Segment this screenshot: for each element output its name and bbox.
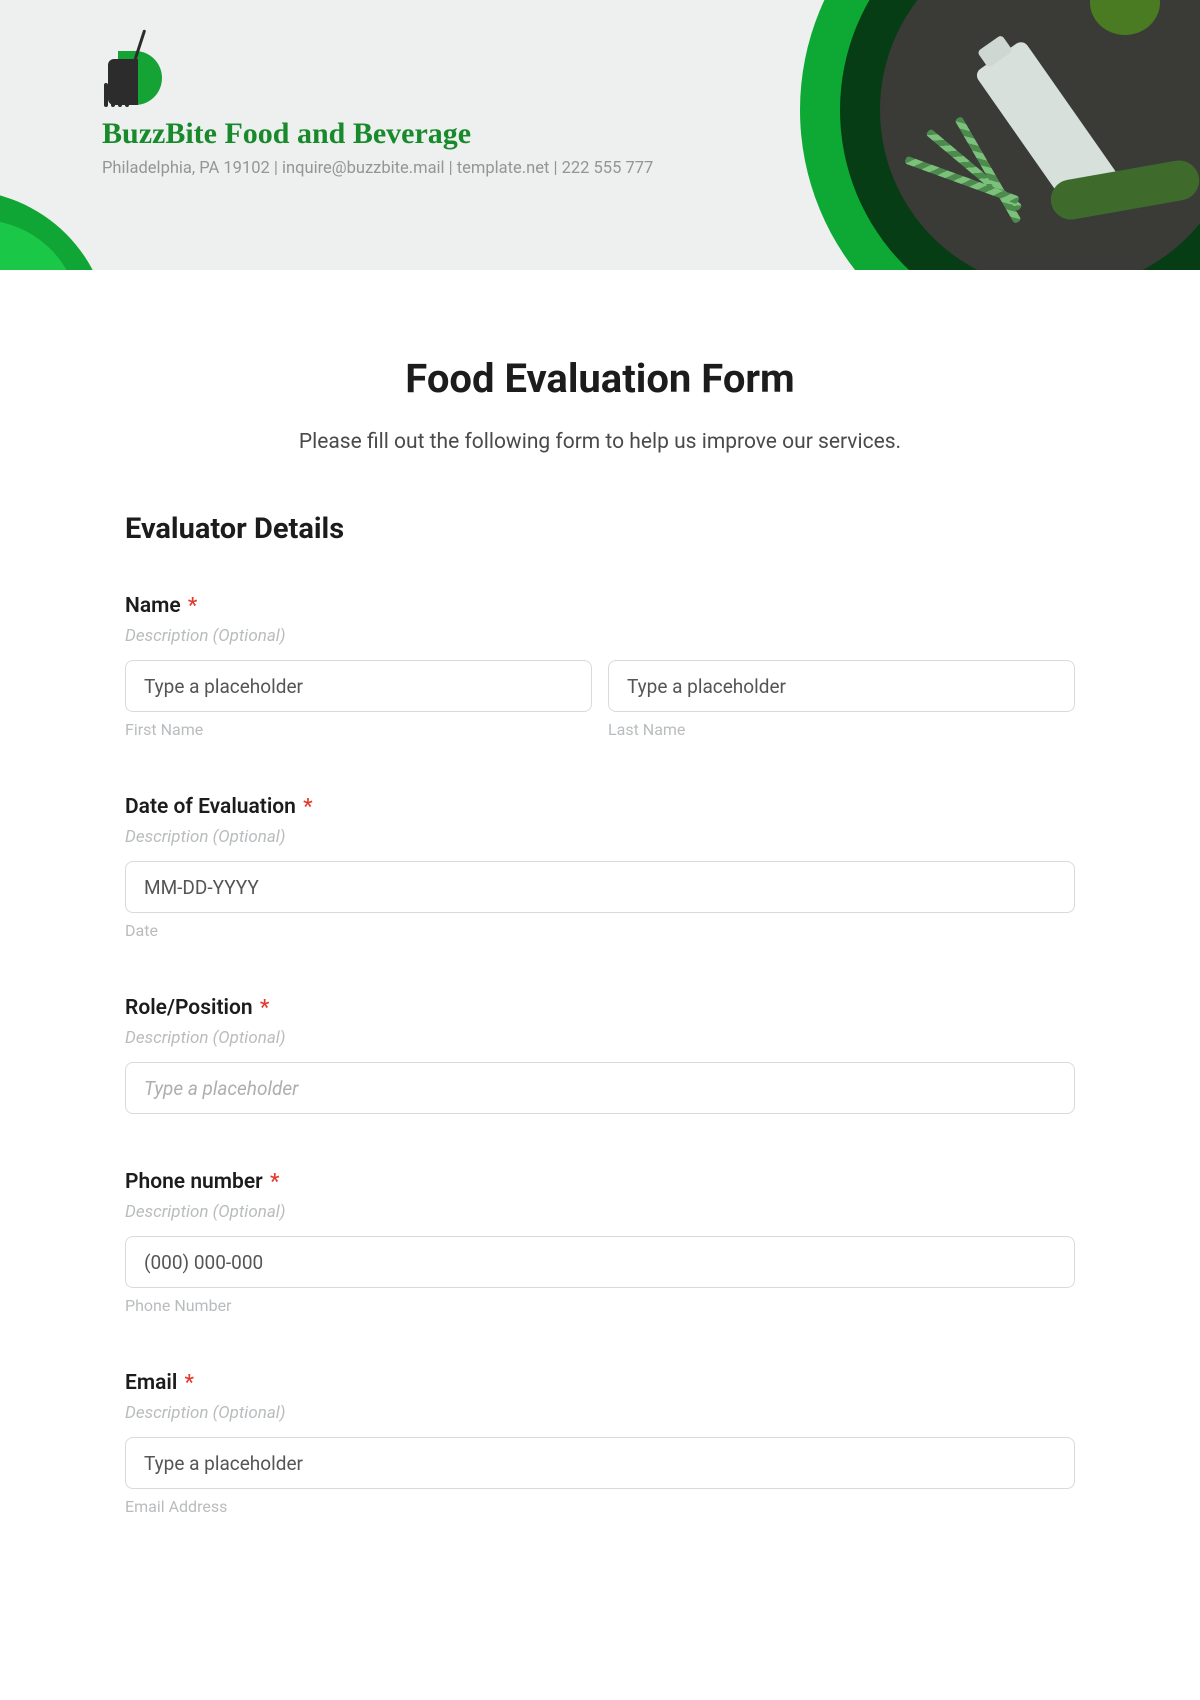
form-subtitle: Please fill out the following form to he… (125, 430, 1075, 454)
field-description: Description (Optional) (125, 827, 1075, 847)
label-text: Role/Position (125, 996, 253, 1020)
brand-logo-icon (102, 35, 166, 107)
header-banner: BuzzBite Food and Beverage Philadelphia,… (0, 0, 1200, 270)
sublabel-first-name: First Name (125, 720, 592, 739)
first-name-input[interactable] (125, 660, 592, 712)
field-role: Role/Position * Description (Optional) (125, 996, 1075, 1114)
field-description: Description (Optional) (125, 1202, 1075, 1222)
sublabel-date: Date (125, 921, 1075, 940)
phone-input[interactable] (125, 1236, 1075, 1288)
required-marker: * (260, 996, 269, 1020)
sublabel-email: Email Address (125, 1497, 1075, 1516)
field-label: Role/Position * (125, 996, 1075, 1020)
required-marker: * (270, 1170, 279, 1194)
email-input[interactable] (125, 1437, 1075, 1489)
field-label: Name * (125, 594, 1075, 618)
form-title: Food Evaluation Form (125, 355, 1075, 402)
field-label: Date of Evaluation * (125, 795, 1075, 819)
label-text: Name (125, 594, 181, 618)
brand-name: BuzzBite Food and Beverage (102, 117, 653, 151)
last-name-input[interactable] (608, 660, 1075, 712)
sublabel-last-name: Last Name (608, 720, 1075, 739)
date-input[interactable] (125, 861, 1075, 913)
required-marker: * (188, 594, 197, 618)
label-text: Date of Evaluation (125, 795, 296, 819)
field-label: Phone number * (125, 1170, 1075, 1194)
section-heading-evaluator: Evaluator Details (125, 512, 1075, 546)
required-marker: * (185, 1371, 194, 1395)
field-label: Email * (125, 1371, 1075, 1395)
field-name: Name * Description (Optional) First Name… (125, 594, 1075, 739)
brand-contact-line: Philadelphia, PA 19102 | inquire@buzzbit… (102, 159, 653, 178)
field-date: Date of Evaluation * Description (Option… (125, 795, 1075, 940)
label-text: Phone number (125, 1170, 263, 1194)
role-input[interactable] (125, 1062, 1075, 1114)
form-content: Food Evaluation Form Please fill out the… (0, 270, 1200, 1516)
field-description: Description (Optional) (125, 626, 1075, 646)
required-marker: * (303, 795, 312, 819)
field-description: Description (Optional) (125, 1028, 1075, 1048)
field-description: Description (Optional) (125, 1403, 1075, 1423)
decor-photo-ring (800, 0, 1200, 270)
field-phone: Phone number * Description (Optional) Ph… (125, 1170, 1075, 1315)
brand-block: BuzzBite Food and Beverage Philadelphia,… (102, 35, 653, 178)
sublabel-phone: Phone Number (125, 1296, 1075, 1315)
field-email: Email * Description (Optional) Email Add… (125, 1371, 1075, 1516)
label-text: Email (125, 1371, 177, 1395)
